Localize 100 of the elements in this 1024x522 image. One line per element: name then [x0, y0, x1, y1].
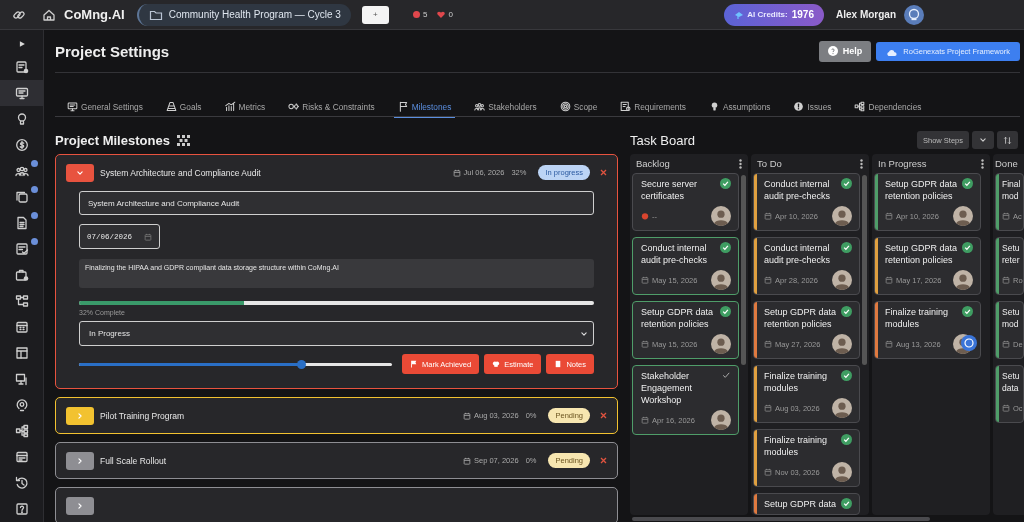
- task-card[interactable]: Setup GDPR data: [753, 493, 860, 515]
- task-title: Setup GDPR data retention policies: [885, 178, 958, 202]
- expand-button[interactable]: [66, 496, 94, 515]
- tab[interactable]: Issues: [789, 100, 836, 118]
- clipboard-icon: [620, 100, 632, 112]
- calendar-icon: [764, 340, 772, 348]
- card-icon: [14, 450, 29, 464]
- section-title: Project Milestones: [55, 132, 170, 148]
- calendar-icon: [1002, 276, 1010, 284]
- task-title: Secure server certificates: [641, 178, 699, 202]
- project-selector[interactable]: Community Health Program — Cycle 3: [136, 3, 351, 26]
- more-icon[interactable]: [739, 158, 742, 169]
- task-title: Setup GDPR data retention policies: [764, 306, 837, 330]
- dropdown-button[interactable]: [972, 131, 994, 149]
- close-icon[interactable]: [600, 457, 607, 464]
- column-title: In Progress: [878, 158, 927, 169]
- hierarchy-icon: [854, 100, 866, 112]
- document-icon: [14, 216, 29, 230]
- calendar-icon: [764, 212, 772, 220]
- calendar-icon: [885, 340, 893, 348]
- more-icon[interactable]: [860, 158, 863, 169]
- monitor-icon: [14, 86, 29, 100]
- calendar-icon: [463, 456, 471, 465]
- ring-icon: [14, 398, 29, 412]
- board-title: Task Board: [630, 132, 697, 148]
- hierarchy-icon: [14, 294, 29, 308]
- calendar-icon: [463, 411, 471, 420]
- history-icon: [14, 476, 29, 490]
- task-title: Finalize training modules: [885, 306, 950, 330]
- task-title: Final mod: [1002, 178, 1022, 202]
- milestone-title: Full Scale Rollout: [100, 455, 167, 466]
- tab[interactable]: Scope: [555, 100, 602, 118]
- help-icon: [827, 46, 838, 56]
- chart-icon: [224, 100, 236, 112]
- copy-icon: [14, 190, 29, 204]
- task-title: Setup GDPR data retention policies: [641, 306, 715, 330]
- scrollbar[interactable]: [632, 517, 930, 521]
- tab[interactable]: Stakeholders: [470, 100, 541, 118]
- sort-button[interactable]: [997, 131, 1018, 149]
- calendar-icon: [885, 212, 893, 220]
- scrollbar[interactable]: [862, 175, 867, 365]
- note-icon: [554, 360, 563, 368]
- expand-button[interactable]: [66, 163, 94, 182]
- milestone-title: Pilot Training Program: [100, 410, 185, 421]
- help-button[interactable]: Help: [818, 40, 872, 62]
- alert-icon: [793, 100, 805, 112]
- target-icon: [559, 100, 571, 112]
- add-button[interactable]: +: [361, 5, 389, 24]
- calendar-icon: [144, 232, 152, 241]
- column-title: Backlog: [636, 158, 670, 169]
- monitor-icon: [67, 100, 78, 112]
- people-icon: [14, 164, 29, 178]
- help-icon: [14, 502, 29, 516]
- people-icon: [474, 100, 486, 112]
- flag-icon: [397, 100, 409, 112]
- tab[interactable]: Metrics: [220, 100, 270, 118]
- coin-icon: [14, 138, 29, 152]
- calendar-icon: [1002, 340, 1010, 348]
- name-field[interactable]: System Architecture and Compliance Audit: [79, 191, 594, 215]
- task-title: Stakeholder Engagement Workshop: [641, 370, 694, 406]
- display-icon: [14, 372, 29, 386]
- tab[interactable]: Goals: [161, 100, 206, 118]
- tab[interactable]: Dependencies: [850, 100, 926, 118]
- tab[interactable]: Assumptions: [704, 100, 775, 118]
- tab[interactable]: Requirements: [616, 100, 690, 118]
- ai-credits-badge[interactable]: AI Credits: 1976: [724, 3, 824, 26]
- calendar-icon: [885, 276, 893, 284]
- check-icon: [721, 370, 731, 380]
- expand-button[interactable]: [66, 406, 94, 425]
- column-title: Done: [995, 158, 1018, 169]
- document-icon: [14, 60, 29, 74]
- tab[interactable]: General Settings: [63, 100, 147, 118]
- slider-track[interactable]: [79, 362, 392, 366]
- like-count: 0: [448, 10, 453, 19]
- task-title: Setup GDPR data retention policies: [885, 242, 958, 266]
- alert-count: 5: [422, 10, 428, 19]
- layout-icon: [14, 346, 29, 360]
- task-title: Finalize training modules: [764, 434, 829, 458]
- checklist-icon: [14, 242, 29, 256]
- close-icon[interactable]: [600, 412, 607, 419]
- scrollbar[interactable]: [741, 175, 746, 365]
- status-select[interactable]: In Progress: [79, 321, 594, 346]
- home-icon[interactable]: [42, 7, 56, 22]
- task-title: Conduct internal audit pre-checks: [764, 178, 832, 202]
- more-icon[interactable]: [981, 158, 984, 169]
- tab[interactable]: Risks & Constraints: [284, 100, 379, 118]
- expand-button[interactable]: [66, 451, 94, 470]
- calendar-icon: [764, 468, 772, 476]
- flag-icon: [410, 360, 418, 368]
- close-icon[interactable]: [600, 169, 607, 176]
- user-avatar-icon[interactable]: [904, 4, 924, 25]
- tab[interactable]: Milestones: [393, 100, 456, 118]
- grid-icon: [176, 134, 190, 146]
- slider-thumb[interactable]: [296, 359, 306, 369]
- page-title: Project Settings: [55, 42, 171, 60]
- sidebar-item[interactable]: [0, 80, 43, 106]
- task-title: Setu reter: [1002, 242, 1021, 266]
- task-title: Setup GDPR data: [764, 498, 837, 510]
- column-title: To Do: [757, 158, 782, 169]
- calendar-icon: [1002, 212, 1010, 220]
